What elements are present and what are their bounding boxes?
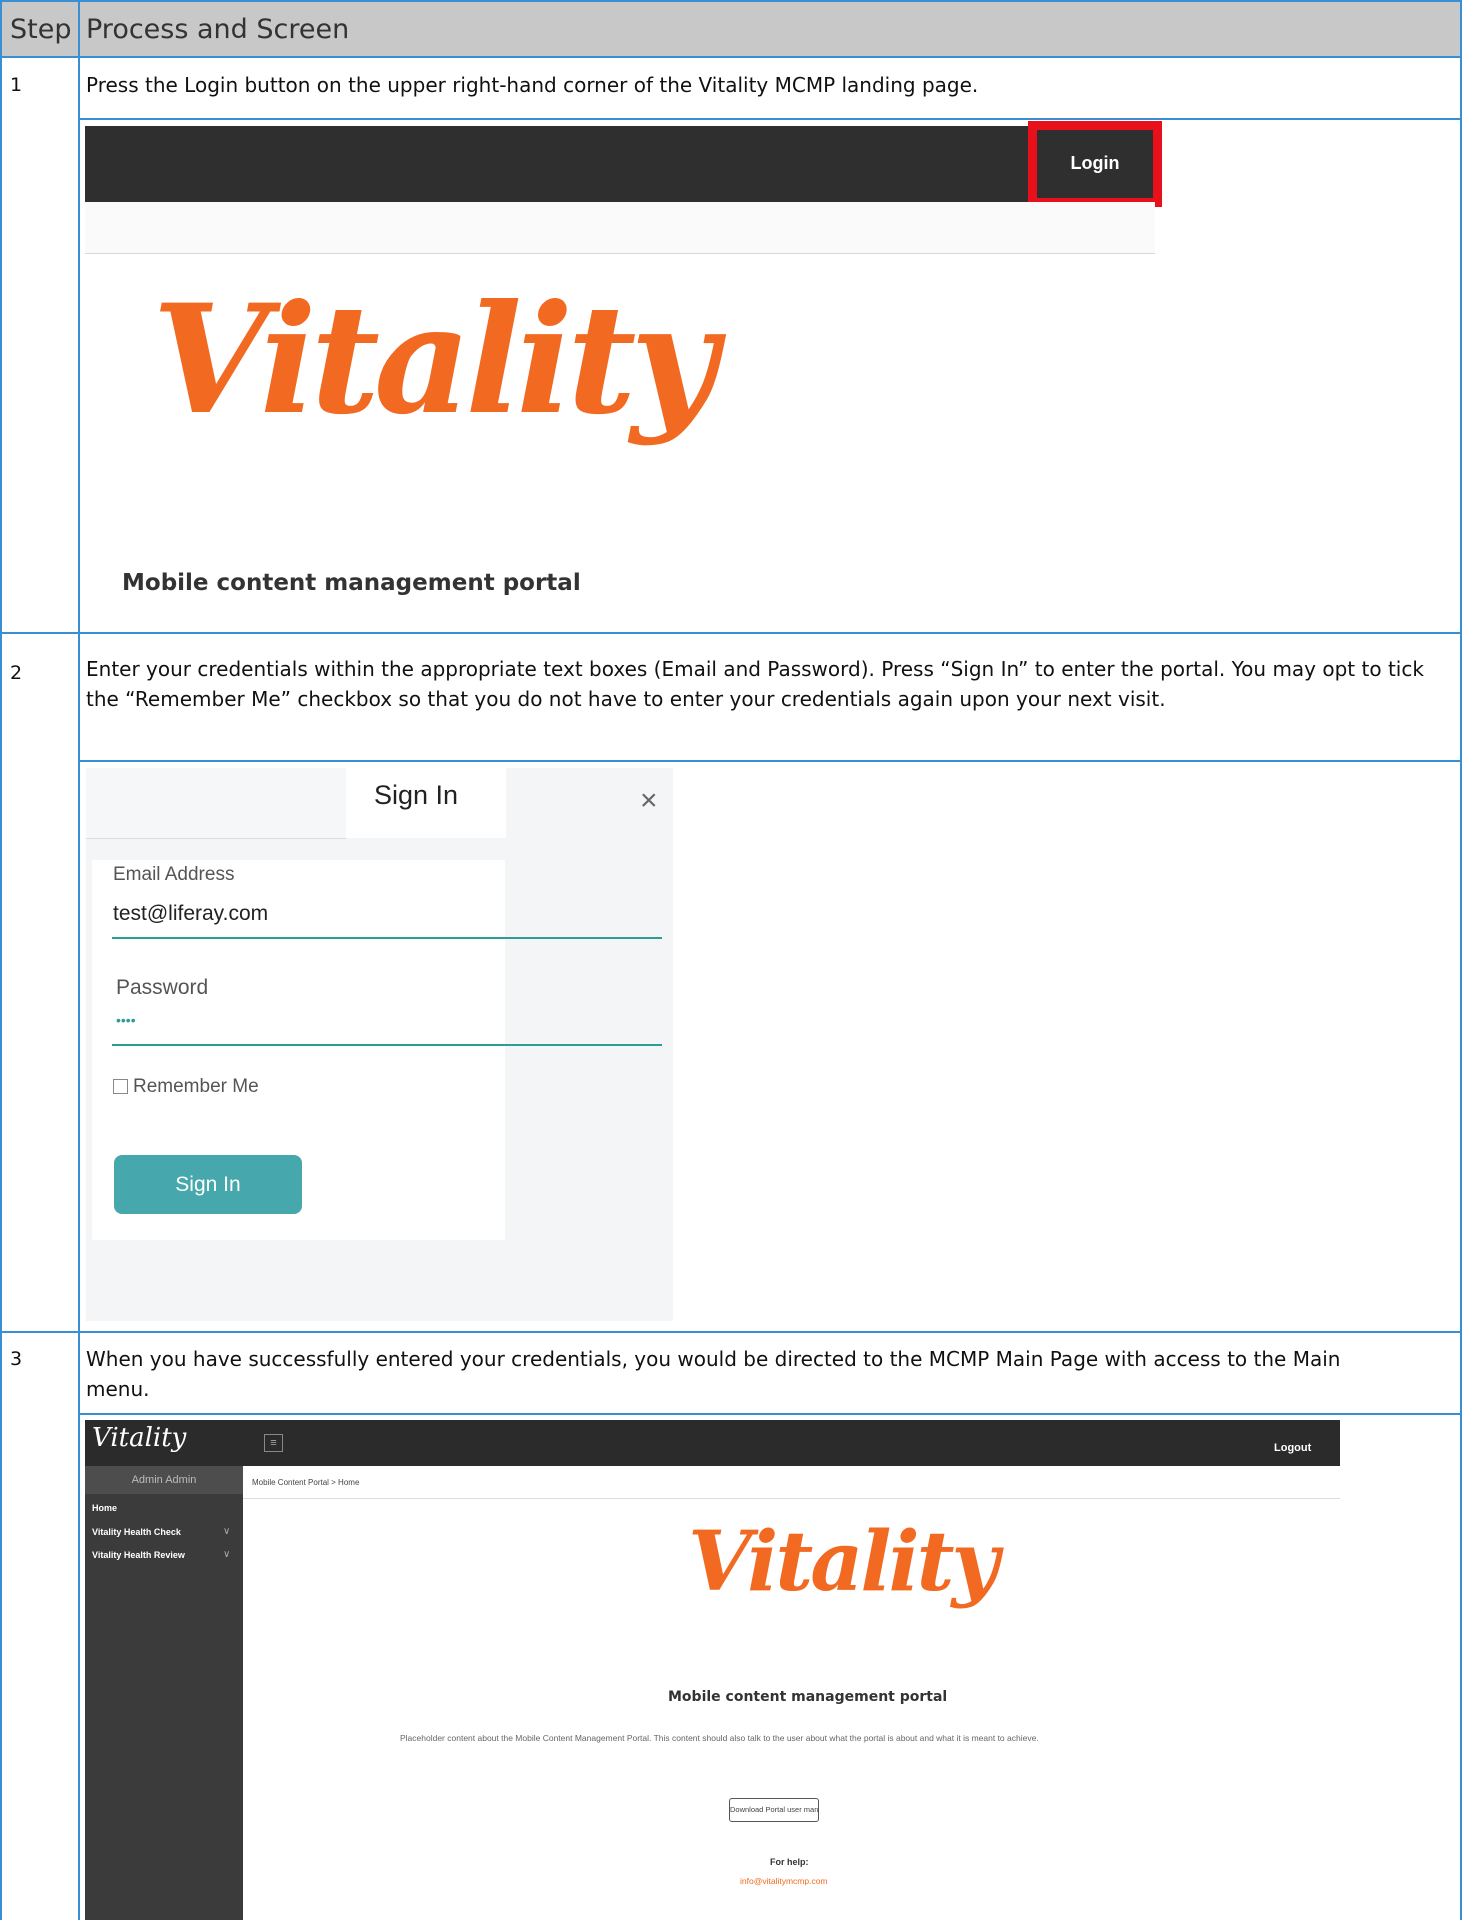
vitality-logo: Vitality	[152, 272, 718, 448]
border	[0, 56, 1462, 58]
user-name: Admin Admin	[85, 1466, 243, 1494]
header-process: Process and Screen	[86, 14, 350, 45]
border	[80, 118, 1462, 120]
chevron-down-icon[interactable]: ∨	[223, 1549, 230, 1560]
email-field[interactable]: test@liferay.com	[113, 902, 268, 926]
header-step: Step	[10, 14, 72, 45]
sidebar-item-health-check[interactable]: Vitality Health Check	[92, 1527, 181, 1537]
border	[0, 1331, 1462, 1333]
close-icon[interactable]: ×	[640, 784, 658, 818]
sidebar-item-health-review[interactable]: Vitality Health Review	[92, 1550, 185, 1560]
border	[0, 0, 1462, 2]
step-number: 2	[10, 662, 23, 684]
border	[80, 1413, 1462, 1415]
border	[1460, 0, 1462, 1920]
dialog-title: Sign In	[374, 780, 459, 810]
remember-me-label: Remember Me	[133, 1076, 259, 1097]
instruction-table: Step Process and Screen 1 Press the Logi…	[0, 0, 1463, 1920]
landing-top-bar	[85, 126, 1155, 202]
step-description: Press the Login button on the upper righ…	[86, 73, 979, 97]
sidebar-item-home[interactable]: Home	[92, 1503, 117, 1513]
step-number: 3	[10, 1348, 23, 1370]
header-logo: Vitality	[92, 1423, 187, 1453]
vitality-logo: Vitality	[688, 1514, 999, 1610]
divider	[243, 1498, 1340, 1499]
signin-button[interactable]: Sign In	[114, 1155, 302, 1214]
help-email-link[interactable]: info@vitalitymcmp.com	[740, 1876, 828, 1886]
portal-title: Mobile content management portal	[122, 570, 581, 596]
border	[0, 632, 1462, 634]
password-field[interactable]: ••••	[116, 1012, 136, 1028]
password-underline	[112, 1044, 662, 1046]
download-manual-button[interactable]: Download Portal user manua	[729, 1798, 819, 1822]
border	[0, 0, 2, 1920]
step-description: Enter your credentials within the approp…	[86, 657, 1424, 711]
remember-me-checkbox[interactable]	[113, 1079, 128, 1094]
step-description: When you have successfully entered your …	[86, 1347, 1341, 1401]
logout-button[interactable]: Logout	[1274, 1442, 1311, 1454]
password-label: Password	[116, 976, 209, 999]
border	[80, 760, 1462, 762]
help-label: For help:	[770, 1857, 809, 1867]
email-underline	[112, 937, 662, 939]
step-number: 1	[10, 74, 23, 96]
intro-text: Placeholder content about the Mobile Con…	[400, 1733, 1039, 1743]
dialog-header-left	[86, 768, 346, 839]
email-label: Email Address	[113, 864, 235, 885]
breadcrumb[interactable]: Mobile Content Portal > Home	[252, 1478, 359, 1487]
border	[78, 0, 80, 1920]
login-button[interactable]: Login	[1028, 121, 1162, 207]
page-title: Mobile content management portal	[668, 1689, 948, 1705]
landing-sub-bar	[85, 202, 1155, 254]
chevron-down-icon[interactable]: ∨	[223, 1526, 230, 1537]
menu-toggle-icon[interactable]: ≡	[264, 1434, 283, 1452]
